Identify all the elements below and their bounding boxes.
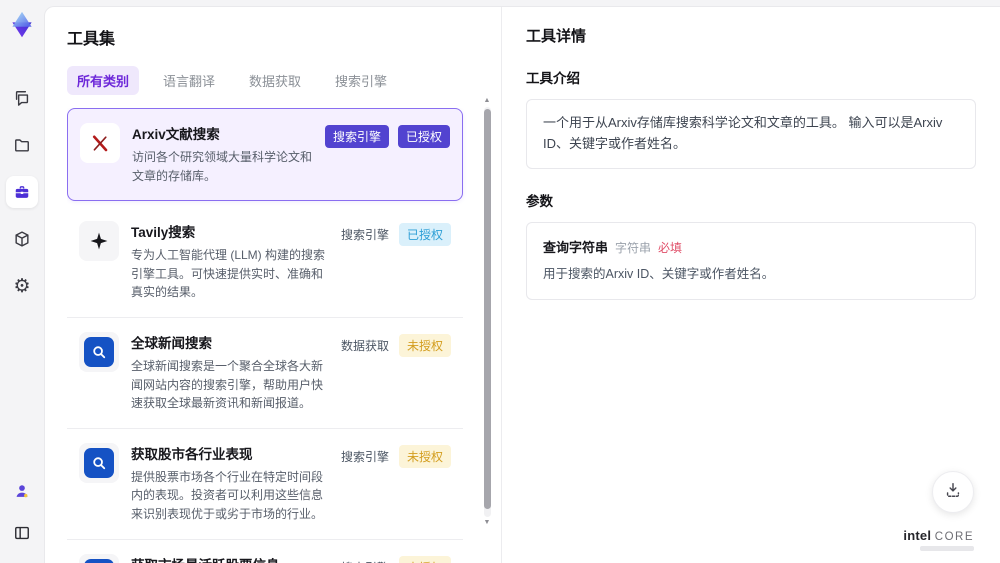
settings-gear-icon[interactable]: ⚙ — [6, 270, 38, 302]
tool-name: 全球新闻搜索 — [131, 335, 212, 351]
arxiv-icon — [80, 123, 120, 163]
auth-status-badge: 已授权 — [397, 125, 450, 148]
tool-badges: 搜索引擎 已授权 — [340, 221, 451, 247]
param-description: 用于搜索的Arxiv ID、关键字或作者姓名。 — [543, 266, 775, 281]
category-tabs: 所有类别 语言翻译 数据获取 搜索引擎 — [67, 66, 481, 95]
intro-heading: 工具介绍 — [526, 71, 580, 86]
tool-name: 获取市场最活跃股票信息 — [131, 554, 328, 563]
content-area: 工具集 所有类别 语言翻译 数据获取 搜索引擎 Arxiv文献搜索 访问各个研究领域大量… — [44, 6, 1000, 563]
tab-category[interactable]: 搜索引擎 — [325, 66, 397, 95]
tool-badges: 数据获取 未授权 — [340, 332, 451, 357]
tool-details-panel: 工具详情 工具介绍 一个用于从Arxiv存储库搜索科学论文和文章的工具。 输入可… — [501, 7, 1000, 563]
page-title: 工具集 — [67, 31, 116, 48]
tab-category[interactable]: 语言翻译 — [153, 66, 225, 95]
category-badge: 数据获取 — [340, 338, 389, 353]
category-badge: 搜索引擎 — [324, 125, 389, 148]
stock-search-icon — [79, 442, 119, 483]
app-window: ⚙ 工具集 所有类别 语言翻译 数据获取 搜索引擎 Arxiv文献搜索 访问各个… — [0, 0, 1000, 563]
auth-status-badge: 已授权 — [398, 223, 451, 247]
toolbox-icon[interactable] — [6, 176, 38, 208]
user-avatar-icon[interactable] — [6, 475, 38, 507]
details-title: 工具详情 — [526, 28, 587, 45]
tools-panel: 工具集 所有类别 语言翻译 数据获取 搜索引擎 Arxiv文献搜索 访问各个研究领域大量… — [45, 7, 501, 563]
icon-rail: ⚙ — [0, 0, 44, 563]
tool-description: 全球新闻搜索是一个聚合全球各大新闻网站内容的搜索引擎，帮助用户快速获取全球最新资… — [131, 358, 324, 411]
auth-status-badge: 未授权 — [398, 444, 451, 468]
download-button[interactable] — [932, 471, 974, 513]
core-wordmark: CORE — [934, 531, 974, 543]
tool-card[interactable]: 全球新闻搜索全球新闻搜索是一个聚合全球各大新闻网站内容的搜索引擎，帮助用户快速获… — [67, 317, 463, 429]
category-badge: 搜索引擎 — [340, 556, 390, 563]
chat-icon[interactable] — [6, 82, 38, 114]
params-heading: 参数 — [526, 193, 553, 209]
category-badge: 搜索引擎 — [340, 228, 389, 243]
scrollbar-thumb[interactable] — [483, 109, 491, 509]
stock-search-icon — [79, 553, 119, 563]
cube-icon[interactable] — [6, 223, 38, 255]
param-required-badge: 必填 — [658, 240, 683, 255]
tool-name: Tavily搜索 — [131, 225, 196, 241]
panel-toggle-icon[interactable] — [6, 517, 38, 549]
tool-description: 专为人工智能代理 (LLM) 构建的搜索引擎工具。可快速提供实时、准确和真实的结… — [131, 248, 326, 300]
tab-category[interactable]: 所有类别 — [67, 66, 140, 95]
scroll-down-icon[interactable]: ▼ — [484, 519, 491, 527]
tool-list: Arxiv文献搜索 访问各个研究领域大量科学论文和文章的存储库。 搜索引擎 已授权 Ta… — [67, 108, 481, 563]
auth-status-badge: 未授权 — [398, 555, 451, 563]
category-badge: 搜索引擎 — [340, 449, 389, 464]
scrollbar[interactable]: ▲ ▼ — [482, 97, 492, 527]
download-icon — [943, 480, 963, 505]
app-logo-icon[interactable] — [8, 10, 36, 40]
tab-category[interactable]: 数据获取 — [239, 66, 311, 95]
intel-core-logo: intel CORE — [903, 528, 974, 551]
intel-wordmark: intel — [903, 528, 932, 543]
intro-text: 一个用于从Arxiv存储库搜索科学论文和文章的工具。 输入可以是Arxiv ID… — [526, 99, 976, 169]
auth-status-badge: 未授权 — [398, 333, 451, 357]
tool-card[interactable]: Arxiv文献搜索访问各个研究领域大量科学论文和文章的存储库。 搜索引擎 已授权 — [67, 108, 463, 202]
tool-badges: 搜索引擎 已授权 — [324, 123, 450, 148]
tool-card[interactable]: 获取市场最活跃股票信息提供当天交易量最高的股票列表。投资者可以利用这些信息来识别… — [67, 539, 463, 563]
news-search-icon — [79, 331, 119, 372]
parameter-card: 查询字符串 字符串 必填 用于搜索的Arxiv ID、关键字或作者姓名。 — [526, 221, 976, 301]
tavily-icon — [79, 221, 119, 262]
tool-card[interactable]: Tavily搜索专为人工智能代理 (LLM) 构建的搜索引擎工具。可快速提供实时… — [67, 207, 463, 318]
tool-description: 访问各个研究领域大量科学论文和文章的存储库。 — [132, 150, 313, 183]
param-name: 查询字符串 — [543, 239, 609, 255]
scroll-up-icon[interactable]: ▲ — [484, 97, 491, 105]
tool-name: 获取股市各行业表现 — [131, 446, 253, 462]
scrollbar-track[interactable] — [483, 107, 491, 517]
tool-card[interactable]: 获取股市各行业表现提供股票市场各个行业在特定时间段内的表现。投资者可以利用这些信… — [67, 428, 463, 540]
tool-description: 提供股票市场各个行业在特定时间段内的表现。投资者可以利用这些信息来识别表现优于或… — [131, 469, 324, 521]
tool-badges: 搜索引擎未授权 — [340, 443, 451, 468]
tool-name: Arxiv文献搜索 — [132, 127, 220, 142]
tool-badges: 搜索引擎 未授权 — [340, 554, 451, 563]
folder-icon[interactable] — [6, 129, 38, 161]
param-type: 字符串 — [615, 240, 652, 255]
intel-logo-bar — [920, 546, 974, 551]
